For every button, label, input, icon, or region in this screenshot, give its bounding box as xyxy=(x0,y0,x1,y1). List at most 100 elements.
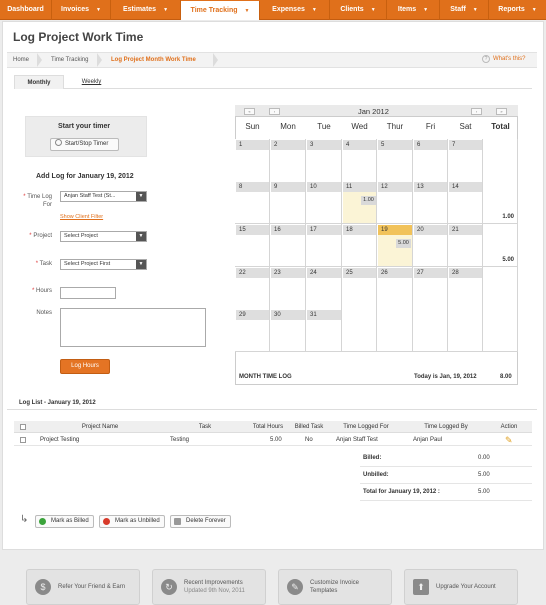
timer-button-label: Start/Stop Timer xyxy=(65,141,109,147)
nav-items[interactable]: Items ▼ xyxy=(387,0,440,20)
row-checkbox[interactable] xyxy=(20,437,26,443)
calendar-day-cell xyxy=(377,309,413,352)
time-log-for-label: * Time Log For xyxy=(14,193,52,209)
hours-input[interactable] xyxy=(60,287,116,299)
nav-reports[interactable]: Reports ▼ xyxy=(489,0,546,20)
required-mark: * xyxy=(35,261,39,267)
footer-recent-improvements[interactable]: ↻ Recent Improvements Updated 9th Nov, 201… xyxy=(152,569,266,605)
day-number: 8 xyxy=(236,182,269,192)
summary-unbilled-row: Unbilled: 5.00 xyxy=(360,468,532,484)
calendar-month-title: Jan 2012 xyxy=(358,107,389,116)
page-title: Log Project Work Time xyxy=(13,30,144,44)
time-log-for-select[interactable]: Anjan Staff Test (St... ▼ xyxy=(60,191,147,202)
nav-expenses[interactable]: Expenses ▼ xyxy=(260,0,330,20)
delete-forever-button[interactable]: Delete Forever xyxy=(170,515,231,528)
nav-estimates[interactable]: Estimates ▼ xyxy=(111,0,181,20)
day-number: 7 xyxy=(449,140,482,150)
day-number: 23 xyxy=(271,268,305,278)
weekday-fri: Fri xyxy=(425,122,436,131)
select-all-checkbox[interactable] xyxy=(20,424,26,430)
chevron-down-icon: ▼ xyxy=(370,7,376,13)
weekday-sat: Sat xyxy=(459,122,472,131)
project-value: Select Project xyxy=(64,233,98,239)
nav-dashboard[interactable]: Dashboard xyxy=(0,0,52,20)
column-time-logged-by: Time Logged By xyxy=(424,424,468,430)
nav-items-label: Items xyxy=(397,6,417,13)
prev-year-button[interactable]: « xyxy=(244,108,255,115)
start-stop-timer-button[interactable]: Start/Stop Timer xyxy=(50,138,119,151)
day-number: 5 xyxy=(378,140,412,150)
task-select[interactable]: Select Project First ▼ xyxy=(60,259,147,270)
nav-time-tracking-label: Time Tracking xyxy=(190,7,238,14)
column-project-name: Project Name xyxy=(81,424,119,430)
nav-staff-label: Staff xyxy=(450,6,466,13)
day-number: 22 xyxy=(236,268,269,278)
day-number: 30 xyxy=(271,310,305,320)
chevron-down-icon: ▼ xyxy=(423,7,429,13)
row-billed: No xyxy=(305,437,313,443)
month-total: 8.00 xyxy=(500,374,512,380)
check-icon xyxy=(39,518,46,525)
show-client-filter-link[interactable]: Show Client Filter xyxy=(60,214,103,220)
day-number: 4 xyxy=(343,140,376,150)
summary-total-row: Total for January 19, 2012 : 5.00 xyxy=(360,485,532,501)
prev-month-button[interactable]: ‹ xyxy=(269,108,280,115)
nav-time-tracking[interactable]: Time Tracking ▼ xyxy=(181,1,260,20)
footer-improvements-date: Updated 9th Nov, 2011 xyxy=(184,588,245,594)
logged-hours-chip[interactable]: 1.00 xyxy=(361,196,376,205)
weekday-wed: Wed xyxy=(351,122,368,131)
next-year-button[interactable]: » xyxy=(496,108,507,115)
upgrade-arrow-icon: ⬆ xyxy=(413,579,429,595)
mark-as-billed-button[interactable]: Mark as Billed xyxy=(35,515,94,528)
nav-staff[interactable]: Staff ▼ xyxy=(440,0,489,20)
log-hours-button[interactable]: Log Hours xyxy=(60,359,110,374)
required-mark: * xyxy=(23,194,26,200)
refresh-icon: ↻ xyxy=(161,579,177,595)
mark-as-unbilled-button[interactable]: Mark as Unbilled xyxy=(99,515,165,528)
breadcrumb: Home Time Tracking Log Project Month Wor… xyxy=(7,52,537,68)
next-month-button[interactable]: › xyxy=(471,108,482,115)
row-task: Testing xyxy=(170,437,190,443)
footer-refer-friend[interactable]: $ Refer Your Friend & Earn xyxy=(26,569,140,605)
edit-pencil-icon[interactable]: ✎ xyxy=(505,435,513,446)
dollar-icon: $ xyxy=(35,579,51,595)
summary-unbilled-label: Unbilled: xyxy=(363,472,389,478)
nav-clients[interactable]: Clients ▼ xyxy=(330,0,387,20)
breadcrumb-time-tracking[interactable]: Time Tracking xyxy=(51,57,88,63)
calendar-day-cell xyxy=(448,309,483,352)
column-task: Task xyxy=(198,424,212,430)
summary-total-label: Total for January 19, 2012 : xyxy=(363,489,440,495)
notes-textarea[interactable] xyxy=(60,308,206,347)
tab-weekly[interactable]: Weekly xyxy=(69,75,114,89)
day-number: 10 xyxy=(307,182,341,192)
tab-monthly[interactable]: Monthly xyxy=(14,75,64,89)
calendar-day-cell xyxy=(413,309,448,352)
day-number: 2 xyxy=(271,140,305,150)
day-number: 21 xyxy=(449,225,482,235)
timer-title: Start your timer xyxy=(58,123,111,130)
trash-icon xyxy=(174,518,181,525)
week-total: 1.00 xyxy=(502,214,514,220)
summary-total-value: 5.00 xyxy=(478,489,490,495)
required-mark: * xyxy=(29,233,32,239)
breadcrumb-current: Log Project Month Work Time xyxy=(111,57,196,63)
time-log-for-label-text: Time Log For xyxy=(27,194,52,208)
help-link[interactable]: ? What's this? xyxy=(482,55,526,63)
footer-customize-label-2: Templates xyxy=(310,588,338,594)
nav-reports-label: Reports xyxy=(498,6,525,13)
day-number: 18 xyxy=(343,225,376,235)
footer-customize-templates[interactable]: ✎ Customize Invoice Templates xyxy=(278,569,392,605)
today-day-number: 19 xyxy=(378,225,412,235)
footer-upgrade-account[interactable]: ⬆ Upgrade Your Account xyxy=(404,569,518,605)
hours-label: * Hours xyxy=(14,288,52,294)
hours-label-text: Hours xyxy=(35,288,52,294)
row-logged-for: Anjan Staff Test xyxy=(336,437,378,443)
logged-hours-chip[interactable]: 5.00 xyxy=(396,239,411,248)
weekday-total: Total xyxy=(491,122,510,131)
breadcrumb-home[interactable]: Home xyxy=(13,57,29,63)
project-select[interactable]: Select Project ▼ xyxy=(60,231,147,242)
summary-unbilled-value: 5.00 xyxy=(478,472,490,478)
nav-invoices[interactable]: Invoices ▼ xyxy=(52,0,111,20)
project-label-text: Project xyxy=(33,233,52,239)
summary-billed-row: Billed: 0.00 xyxy=(360,451,532,467)
